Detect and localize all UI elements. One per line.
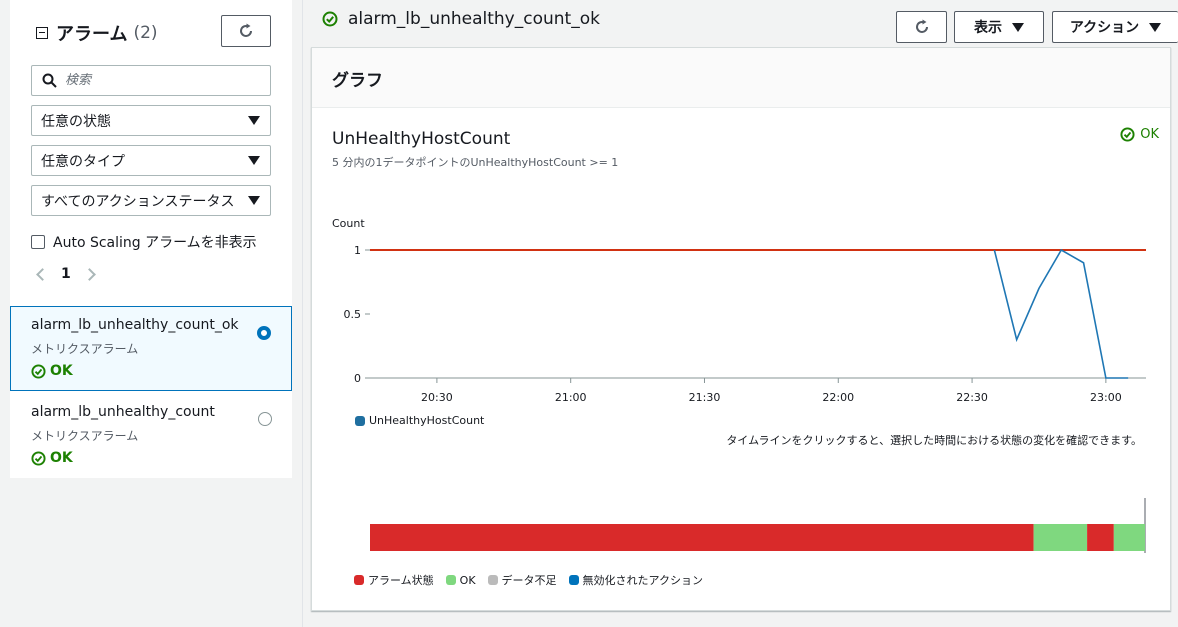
- alarm-title-text: alarm_lb_unhealthy_count_ok: [348, 9, 600, 29]
- legend-label: アラーム状態: [368, 574, 434, 587]
- check-circle-icon: [1120, 127, 1135, 142]
- actions-label: アクション: [1069, 20, 1140, 36]
- actions-dropdown-button[interactable]: アクション: [1052, 11, 1178, 43]
- x-tick-label: 22:30: [956, 391, 988, 404]
- state-filter-select[interactable]: 任意の状態: [31, 105, 271, 136]
- timeline-hint: タイムラインをクリックすると、選択した時間における状態の変化を確認できます。: [726, 434, 1142, 447]
- action-status-filter-value: すべてのアクションステータス: [41, 193, 235, 210]
- x-tick-label: 21:30: [689, 391, 721, 404]
- hide-autoscaling-label: Auto Scaling アラームを非表示: [53, 235, 257, 251]
- caret-down-icon: [248, 156, 260, 165]
- metric-state-label: OK: [1140, 127, 1159, 142]
- x-tick-label: 22:00: [822, 391, 854, 404]
- check-circle-icon: [322, 11, 338, 27]
- legend-label: 無効化されたアクション: [582, 574, 703, 587]
- timeline-legend-item: アラーム状態: [354, 572, 434, 588]
- metric-state: OK: [1120, 127, 1159, 142]
- hide-autoscaling-checkbox[interactable]: [31, 235, 45, 249]
- caret-down-icon: [1149, 22, 1162, 32]
- alarm-state: OK: [31, 450, 292, 466]
- alarm-list-item[interactable]: alarm_lb_unhealthy_count メトリクスアラーム OK: [10, 393, 292, 478]
- timeline-legend: アラーム状態 OK データ不足 無効化されたアクション: [354, 572, 715, 588]
- legend-swatch: [354, 575, 364, 585]
- alarm-panel-header: アラーム (2): [36, 20, 158, 46]
- chevron-right-icon[interactable]: [82, 267, 96, 281]
- x-tick-label: 20:30: [421, 391, 453, 404]
- chevron-left-icon[interactable]: [36, 267, 49, 281]
- check-circle-icon: [31, 450, 46, 466]
- alarm-detail-title: alarm_lb_unhealthy_count_ok: [322, 9, 600, 29]
- type-filter-select[interactable]: 任意のタイプ: [31, 145, 271, 176]
- y-axis-label: Count: [332, 217, 365, 230]
- alarm-name: alarm_lb_unhealthy_count: [31, 404, 215, 420]
- view-dropdown-button[interactable]: 表示: [954, 11, 1044, 43]
- graph-container: グラフ UnHealthyHostCount 5 分内の1データポイントのUnH…: [311, 47, 1171, 611]
- alarm-count: (2): [133, 23, 158, 43]
- hide-autoscaling-option: Auto Scaling アラームを非表示: [31, 232, 257, 252]
- y-tick-label: 1: [354, 244, 361, 257]
- action-status-filter-select[interactable]: すべてのアクションステータス: [31, 185, 271, 216]
- state-timeline[interactable]: 20:1520:3020:4521:0021:1521:3021:4522:00…: [312, 448, 1170, 553]
- line-chart[interactable]: 0 0.5 1 20:30 21:00 21:30 22:00 22:30 23:00: [312, 233, 1170, 433]
- metric-title: UnHealthyHostCount: [332, 129, 511, 149]
- legend-swatch: [445, 575, 456, 585]
- timeline-segment-alarm[interactable]: [1087, 524, 1114, 551]
- timeline-segment-ok[interactable]: [1113, 524, 1145, 551]
- x-tick-label: 21:00: [555, 391, 587, 404]
- alarm-state-label: OK: [50, 450, 73, 466]
- legend-label: OK: [459, 573, 476, 587]
- panel-title: アラーム: [56, 24, 128, 45]
- search-field[interactable]: [31, 65, 271, 96]
- graph-section-header: グラフ: [312, 48, 1170, 108]
- timeline-segment-ok[interactable]: [1033, 524, 1088, 551]
- caret-down-icon: [248, 196, 260, 205]
- caret-down-icon: [1012, 22, 1024, 32]
- alarm-state-label: OK: [50, 363, 73, 379]
- type-filter-value: 任意のタイプ: [41, 153, 125, 170]
- legend-swatch: [355, 415, 365, 426]
- y-tick-label: 0: [354, 372, 361, 385]
- legend-swatch: [487, 575, 498, 585]
- series-line: [993, 248, 1129, 379]
- alarm-type: メトリクスアラーム: [31, 342, 139, 356]
- refresh-icon: [240, 23, 252, 37]
- search-input[interactable]: [65, 73, 245, 88]
- check-circle-icon: [31, 363, 46, 379]
- alarm-radio-selected[interactable]: [257, 326, 271, 340]
- timeline-legend-item: OK: [445, 573, 476, 587]
- y-tick-label: 0.5: [344, 308, 362, 321]
- timeline-legend-item: 無効化されたアクション: [568, 572, 703, 588]
- alarm-list-item[interactable]: alarm_lb_unhealthy_count_ok メトリクスアラーム OK: [10, 306, 292, 391]
- metric-legend: UnHealthyHostCount: [355, 414, 484, 427]
- metric-condition: 5 分内の1データポイントのUnHealthyHostCount >= 1: [332, 156, 619, 169]
- sidebar-divider: [302, 0, 303, 627]
- page-number[interactable]: 1: [61, 266, 71, 282]
- sidebar-refresh-button[interactable]: [221, 15, 271, 47]
- timeline-segment-alarm[interactable]: [370, 524, 1034, 551]
- caret-down-icon: [248, 116, 260, 125]
- legend-swatch: [568, 575, 579, 585]
- graph-section-title: グラフ: [332, 71, 383, 91]
- legend-label: データ不足: [501, 574, 557, 587]
- collapse-icon[interactable]: [36, 27, 48, 39]
- refresh-button[interactable]: [896, 11, 947, 43]
- alarm-name: alarm_lb_unhealthy_count_ok: [31, 317, 239, 333]
- timeline-legend-item: データ不足: [487, 572, 557, 588]
- alarm-type: メトリクスアラーム: [31, 429, 139, 443]
- alarm-radio[interactable]: [258, 412, 272, 426]
- alarm-state: OK: [31, 363, 291, 379]
- legend-label: UnHealthyHostCount: [369, 414, 485, 427]
- search-icon: [42, 73, 57, 88]
- state-filter-value: 任意の状態: [41, 113, 111, 130]
- view-label: 表示: [974, 20, 1002, 36]
- refresh-icon: [915, 19, 928, 33]
- pagination: 1: [34, 266, 96, 282]
- x-tick-label: 23:00: [1090, 391, 1122, 404]
